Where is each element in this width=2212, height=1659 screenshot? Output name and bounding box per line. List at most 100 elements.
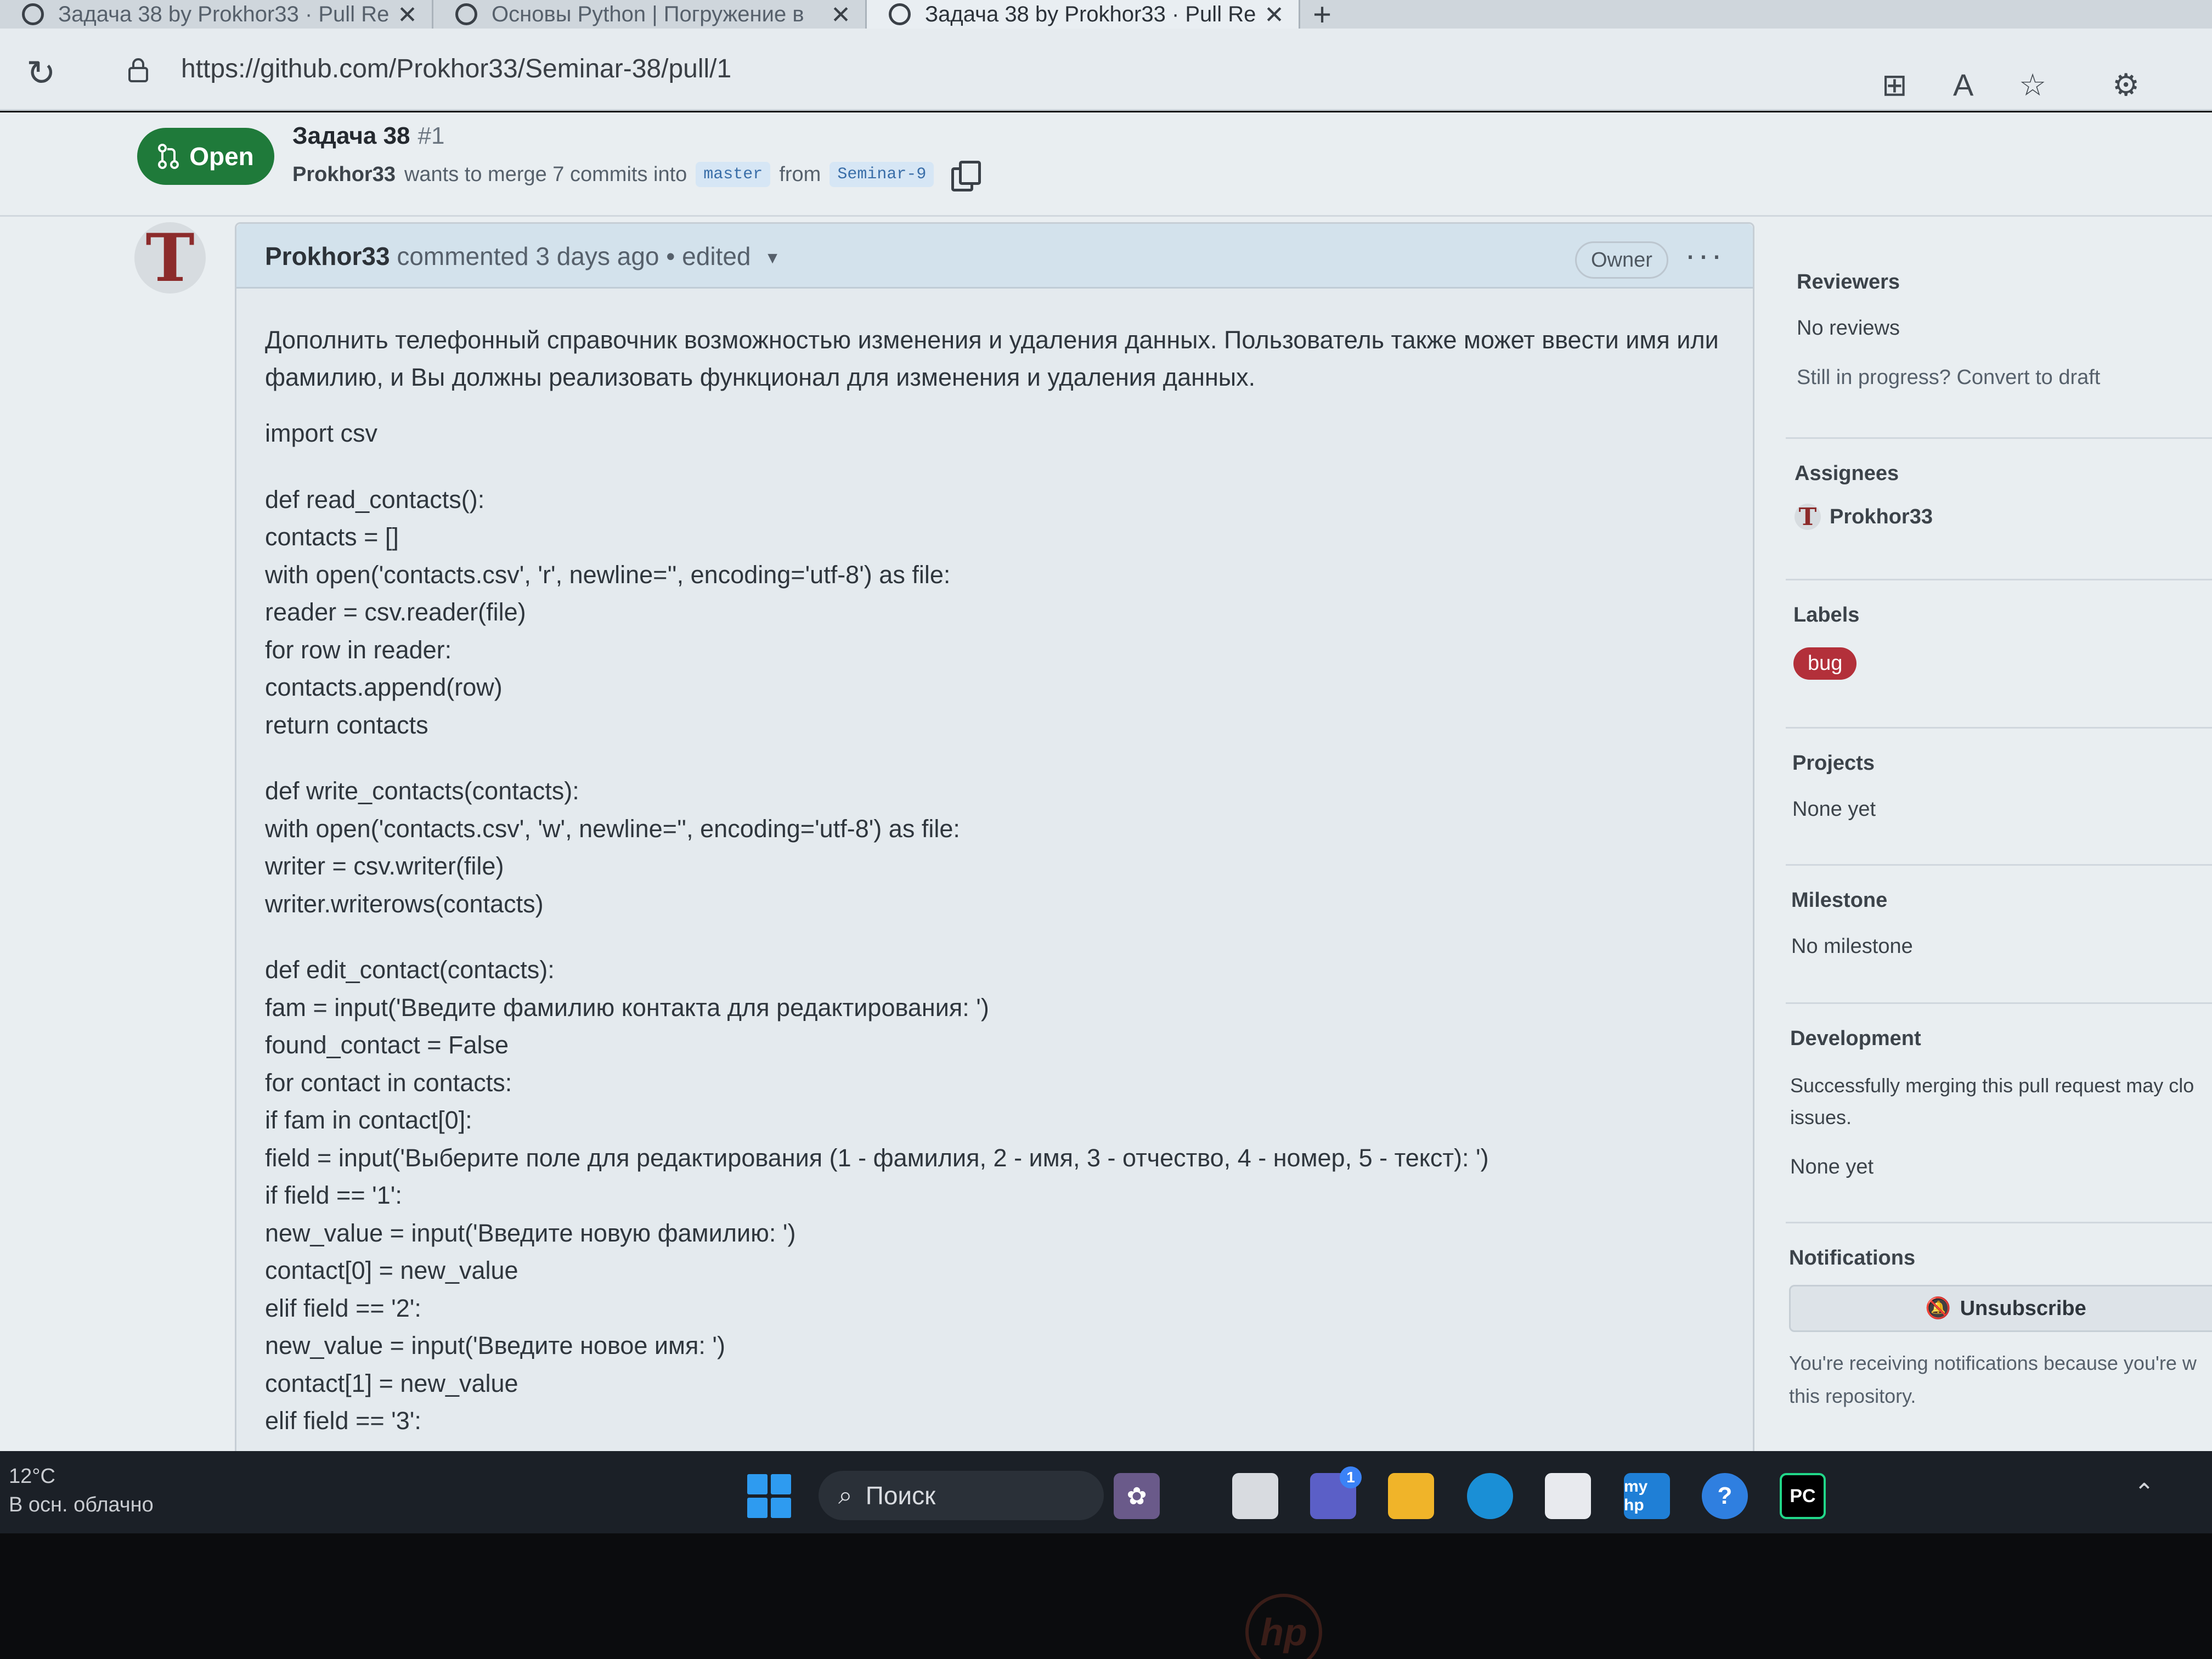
reviewers-title[interactable]: Reviewers <box>1797 270 1900 294</box>
widgets-icon[interactable]: ✿ <box>1114 1473 1160 1519</box>
chat-icon[interactable]: 1 <box>1310 1466 1362 1519</box>
pycharm-label: PC <box>1790 1485 1816 1506</box>
chevron-down-icon[interactable]: ▼ <box>764 249 781 268</box>
development-hint-line2: issues. <box>1790 1106 1852 1128</box>
copy-icon[interactable] <box>951 161 981 191</box>
notifications-section: Notifications 🔕 Unsubscribe You're recei… <box>1786 1223 2212 1426</box>
taskbar-search[interactable]: ⌕ Поиск <box>819 1471 1104 1520</box>
pr-state-badge: Open <box>137 128 274 185</box>
pr-state-label: Open <box>189 142 254 171</box>
label-bug[interactable]: bug <box>1793 647 1857 680</box>
code-line: elif field == '3': <box>265 1407 421 1435</box>
file-explorer-icon[interactable] <box>1388 1473 1434 1519</box>
code-line: for contact in contacts: <box>265 1068 512 1097</box>
weather-condition: В осн. облачно <box>9 1493 154 1516</box>
code-block-edit-contact: def edit_contact(contacts): fam = input(… <box>265 951 1735 1440</box>
milestone-title[interactable]: Milestone <box>1791 889 1887 912</box>
myhp-icon[interactable]: my hp <box>1624 1473 1670 1519</box>
notifications-reason-line2: this repository. <box>1789 1385 1916 1407</box>
pr-author-link[interactable]: Prokhor33 <box>292 163 396 187</box>
close-tab-icon[interactable]: ✕ <box>831 1 851 29</box>
read-aloud-icon[interactable]: A <box>1953 67 1973 103</box>
lock-icon[interactable] <box>127 57 149 83</box>
code-block-read-contacts: def read_contacts(): contacts = [] with … <box>265 481 1735 744</box>
author-avatar[interactable]: T <box>134 219 206 297</box>
search-icon: ⌕ <box>838 1481 853 1509</box>
code-line: def read_contacts(): <box>265 485 485 514</box>
code-line: return contacts <box>265 710 428 739</box>
github-icon <box>22 3 44 25</box>
tab-title: Задача 38 by Prokhor33 · Pull Re <box>58 2 390 26</box>
pr-merge-info: Prokhor33 wants to merge 7 commits into … <box>292 161 981 191</box>
code-line: reader = csv.reader(file) <box>265 598 526 626</box>
comment-author[interactable]: Prokhor33 <box>265 242 390 270</box>
development-value: None yet <box>1790 1155 1874 1178</box>
reviewers-section: Reviewers No reviews Still in progress? … <box>1786 261 2212 439</box>
milestone-section: Milestone No milestone <box>1786 866 2212 1004</box>
code-line: if fam in contact[0]: <box>265 1106 472 1134</box>
pr-sticky-header: Open Задача 38 #1 Prokhor33 wants to merg… <box>0 112 2212 217</box>
comment-header: Prokhor33 commented 3 days ago • edited … <box>236 224 1753 289</box>
convert-to-draft-link[interactable]: Still in progress? Convert to draft <box>1797 366 2100 390</box>
task-view-icon[interactable] <box>1232 1473 1278 1519</box>
windows-start-icon[interactable] <box>747 1474 791 1518</box>
development-title[interactable]: Development <box>1790 1027 1921 1051</box>
help-icon[interactable]: ? <box>1702 1473 1748 1519</box>
close-tab-icon[interactable]: ✕ <box>397 1 417 29</box>
head-branch[interactable]: Seminar-9 <box>830 162 934 187</box>
base-branch[interactable]: master <box>696 162 771 187</box>
weather-widget[interactable]: 12°C В осн. облачно <box>9 1462 154 1519</box>
new-tab-button[interactable]: + <box>1300 0 1344 32</box>
chat-badge: 1 <box>1340 1466 1362 1488</box>
code-block-imports: import csv <box>265 415 1735 453</box>
favorite-star-icon[interactable]: ☆ <box>2019 67 2046 103</box>
code-line: writer = csv.writer(file) <box>265 852 504 880</box>
close-tab-icon[interactable]: ✕ <box>1264 1 1284 29</box>
help-label: ? <box>1717 1482 1733 1509</box>
browser-tab-1[interactable]: Задача 38 by Prokhor33 · Pull Re ✕ <box>0 0 433 29</box>
chevron-up-icon[interactable]: ⌃ <box>2134 1479 2154 1506</box>
code-line: field = input('Выберите поле для редакти… <box>265 1143 1489 1172</box>
code-line: contact[1] = new_value <box>265 1369 518 1397</box>
task-description: Дополнить телефонный справочник возможно… <box>265 326 1719 391</box>
notifications-title: Notifications <box>1789 1246 1916 1269</box>
projects-title[interactable]: Projects <box>1792 752 1875 775</box>
browser-tab-2[interactable]: Основы Python | Погружение в ✕ <box>433 0 867 29</box>
unsubscribe-label: Unsubscribe <box>1960 1296 2086 1320</box>
pr-number: #1 <box>417 122 445 149</box>
temperature: 12°C <box>9 1465 55 1488</box>
address-bar: ↻ https://github.com/Prokhor33/Seminar-3… <box>0 29 2212 111</box>
code-line: contact[0] = new_value <box>265 1256 518 1284</box>
microsoft-store-icon[interactable] <box>1545 1473 1591 1519</box>
code-line: import csv <box>265 419 378 447</box>
code-block-write-contacts: def write_contacts(contacts): with open(… <box>265 772 1735 923</box>
reviewers-value: No reviews <box>1797 317 1900 340</box>
assignees-title[interactable]: Assignees <box>1795 462 1899 486</box>
code-line: contacts.append(row) <box>265 673 503 701</box>
comment-menu-icon[interactable]: ··· <box>1685 236 1724 274</box>
comment-author-line: Prokhor33 commented 3 days ago • edited … <box>265 241 781 271</box>
labels-title[interactable]: Labels <box>1793 603 1859 627</box>
merge-text: wants to merge 7 commits into <box>404 162 687 186</box>
extensions-icon[interactable]: ⚙ <box>2112 67 2140 103</box>
url-field[interactable]: https://github.com/Prokhor33/Seminar-38/… <box>181 54 731 84</box>
code-line: writer.writerows(contacts) <box>265 889 544 918</box>
reload-icon[interactable]: ↻ <box>26 53 56 94</box>
code-line: elif field == '2': <box>265 1294 421 1322</box>
code-line: found_contact = False <box>265 1031 509 1059</box>
assignee-item[interactable]: T Prokhor33 <box>1795 503 1933 531</box>
pycharm-icon[interactable]: PC <box>1780 1473 1826 1519</box>
comment-meta[interactable]: commented 3 days ago • edited <box>397 242 751 270</box>
code-line: def write_contacts(contacts): <box>265 777 579 805</box>
edge-browser-icon[interactable] <box>1467 1473 1513 1519</box>
windows-taskbar: 12°C В осн. облачно ⌕ Поиск ✿ 1 my hp ? … <box>0 1451 2212 1533</box>
split-screen-icon[interactable]: ⊞ <box>1882 67 1908 103</box>
hp-logo-icon: hp <box>1245 1594 1322 1659</box>
avatar: T <box>1795 503 1821 531</box>
from-text: from <box>779 162 821 186</box>
myhp-label: my hp <box>1624 1477 1648 1514</box>
unsubscribe-button[interactable]: 🔕 Unsubscribe <box>1789 1285 2212 1332</box>
tab-title: Задача 38 by Prokhor33 · Pull Re <box>925 2 1256 26</box>
browser-tab-3[interactable]: Задача 38 by Prokhor33 · Pull Re ✕ <box>867 0 1300 29</box>
code-line: with open('contacts.csv', 'w', newline='… <box>265 814 960 843</box>
